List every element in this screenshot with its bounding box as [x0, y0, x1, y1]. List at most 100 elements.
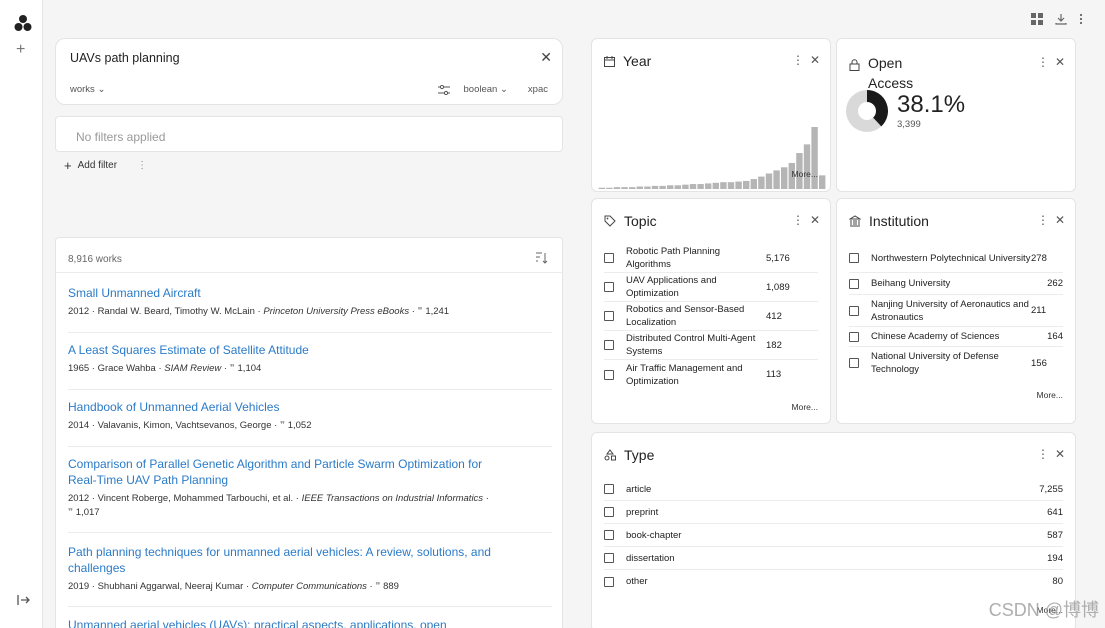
close-icon[interactable]: ✕ [1055, 447, 1065, 461]
year-bar[interactable] [689, 184, 697, 189]
year-bar[interactable] [667, 185, 674, 189]
logo-icon[interactable] [14, 14, 32, 32]
checkbox[interactable] [604, 282, 614, 292]
year-bar[interactable] [613, 187, 621, 189]
checkbox[interactable] [604, 253, 614, 263]
checkbox[interactable] [604, 369, 614, 380]
facet-row[interactable]: Robotics and Sensor-Based Localization 41… [604, 302, 818, 331]
facet-row[interactable]: preprint 641 [604, 501, 1063, 524]
year-bar[interactable] [697, 184, 704, 189]
work-title-link[interactable]: Small Unmanned Aircraft [68, 285, 552, 301]
year-bar[interactable] [773, 170, 780, 189]
year-bar[interactable] [651, 185, 659, 189]
mode-select-label: boolean [463, 84, 498, 95]
facet-row[interactable]: dissertation 194 [604, 547, 1063, 570]
work-meta-text: 2019 · Shubhani Aggarwal, Neeraj Kumar · [68, 581, 252, 592]
filter-more-icon[interactable]: ⋮ [137, 160, 147, 171]
work-title-link[interactable]: Unmanned aerial vehicles (UAVs): practic… [68, 617, 552, 628]
year-bar[interactable] [781, 167, 788, 189]
year-bar[interactable] [735, 181, 742, 189]
year-bar[interactable] [819, 175, 826, 189]
facet-row[interactable]: UAV Applications and Optimization 1,089 [604, 273, 818, 302]
open-access-donut[interactable] [845, 89, 889, 133]
year-bar[interactable] [727, 182, 735, 189]
more-vert-icon[interactable]: ⋮ [1037, 447, 1049, 461]
year-bar[interactable] [598, 187, 605, 189]
year-bar[interactable] [803, 144, 811, 189]
facet-row[interactable]: Chinese Academy of Sciences 164 [849, 327, 1063, 347]
facet-row[interactable]: Robotic Path Planning Algorithms 5,176 [604, 244, 818, 273]
sort-icon[interactable] [534, 252, 548, 264]
entity-select[interactable]: works ⌄ [70, 84, 105, 95]
facet-row[interactable]: article 7,255 [604, 478, 1063, 501]
more-vert-icon[interactable]: ⋮ [1037, 55, 1049, 69]
checkbox[interactable] [604, 311, 614, 321]
year-bar[interactable] [682, 184, 689, 189]
add-filter-button[interactable]: + Add filter ⋮ [64, 158, 147, 173]
close-icon[interactable]: ✕ [1055, 55, 1065, 69]
checkbox[interactable] [849, 358, 859, 368]
download-icon[interactable] [1055, 13, 1067, 25]
facet-row[interactable]: book-chapter 587 [604, 524, 1063, 547]
facet-row[interactable]: other 80 [604, 570, 1063, 593]
add-filter-label: Add filter [77, 160, 118, 171]
year-bar[interactable] [636, 186, 643, 189]
work-title-link[interactable]: Path planning techniques for unmanned ae… [68, 544, 508, 576]
facet-row[interactable]: National University of Defense Technolog… [849, 347, 1063, 379]
clear-search-icon[interactable]: ✕ [540, 49, 552, 66]
year-bar[interactable] [811, 127, 818, 189]
year-more-link[interactable]: More... [792, 169, 818, 179]
institution-more-link[interactable]: More... [1037, 390, 1063, 400]
facet-row[interactable]: Beihang University 262 [849, 273, 1063, 295]
checkbox[interactable] [604, 484, 614, 494]
checkbox[interactable] [604, 507, 614, 517]
facet-row[interactable]: Distributed Control Multi-Agent Systems 1… [604, 331, 818, 360]
year-bar[interactable] [750, 179, 757, 189]
year-bar[interactable] [644, 186, 651, 189]
facet-row-count: 278 [1031, 252, 1047, 264]
checkbox[interactable] [849, 253, 859, 263]
checkbox[interactable] [604, 576, 614, 587]
year-bar[interactable] [758, 176, 765, 189]
mode-select[interactable]: boolean ⌄ [464, 84, 508, 95]
year-bar[interactable] [705, 183, 712, 189]
more-vert-icon[interactable] [1079, 13, 1083, 25]
year-bar[interactable] [674, 185, 681, 189]
checkbox[interactable] [849, 331, 859, 342]
year-bar[interactable] [606, 187, 613, 189]
more-vert-icon[interactable]: ⋮ [792, 213, 804, 227]
year-bar[interactable] [659, 185, 666, 189]
xpac-toggle[interactable]: xpac [528, 84, 548, 95]
more-vert-icon[interactable]: ⋮ [1037, 213, 1049, 227]
search-input[interactable]: UAVs path planning [70, 51, 180, 65]
checkbox[interactable] [849, 305, 859, 316]
close-icon[interactable]: ✕ [810, 53, 820, 67]
close-icon[interactable]: ✕ [810, 213, 820, 227]
checkbox[interactable] [604, 340, 614, 350]
year-bar[interactable] [743, 180, 750, 189]
year-histogram[interactable] [598, 127, 826, 189]
year-bar[interactable] [621, 187, 628, 189]
facet-row[interactable]: Nanjing University of Aeronautics and As… [849, 295, 1063, 327]
plus-icon: + [64, 158, 72, 173]
topic-more-link[interactable]: More... [792, 402, 818, 412]
checkbox[interactable] [604, 553, 614, 563]
close-icon[interactable]: ✕ [1055, 213, 1065, 227]
logout-icon[interactable] [16, 593, 30, 607]
grid-view-icon[interactable] [1031, 13, 1043, 25]
work-title-link[interactable]: A Least Squares Estimate of Satellite At… [68, 342, 552, 358]
checkbox[interactable] [604, 530, 614, 540]
facet-row[interactable]: Northwestern Polytechnical University 278 [849, 244, 1063, 273]
year-bar[interactable] [712, 182, 719, 189]
year-bar[interactable] [720, 182, 727, 189]
topic-facet: Topic ⋮ ✕ Robotic Path Planning Algorithm… [591, 198, 831, 424]
work-title-link[interactable]: Handbook of Unmanned Aerial Vehicles [68, 399, 552, 415]
year-bar[interactable] [765, 173, 773, 190]
year-bar[interactable] [629, 187, 636, 189]
more-vert-icon[interactable]: ⋮ [792, 53, 804, 67]
new-search-icon[interactable]: + [16, 42, 25, 58]
tune-icon[interactable] [437, 84, 450, 95]
checkbox[interactable] [849, 278, 859, 289]
work-title-link[interactable]: Comparison of Parallel Genetic Algorithm… [68, 456, 508, 488]
facet-row[interactable]: Air Traffic Management and Optimization 1… [604, 360, 818, 389]
